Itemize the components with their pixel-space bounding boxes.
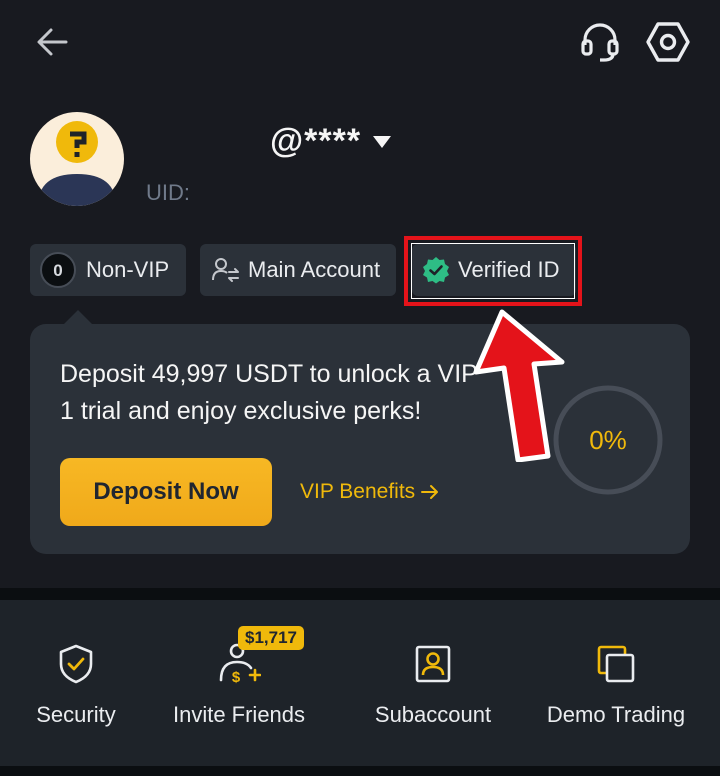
bottom-strip bbox=[0, 766, 720, 776]
quick-action-security[interactable]: Security bbox=[14, 600, 138, 766]
arrow-left-icon bbox=[37, 28, 68, 56]
avatar-mystery-icon bbox=[38, 121, 116, 206]
vip-progress-ring: 0% bbox=[550, 382, 666, 498]
quick-actions: Security $1,717 $ Invite Friends Subacco… bbox=[0, 600, 720, 766]
settings-button[interactable] bbox=[644, 18, 692, 66]
username: @**** bbox=[270, 122, 362, 160]
arrow-right-icon bbox=[421, 485, 439, 499]
account-switch-icon bbox=[212, 258, 239, 282]
invite-friends-label: Invite Friends bbox=[172, 702, 306, 727]
demo-trading-label: Demo Trading bbox=[546, 702, 686, 727]
card-pointer bbox=[64, 310, 92, 324]
progress-percent: 0% bbox=[589, 424, 627, 455]
stacked-squares-icon bbox=[597, 645, 635, 683]
main-account-label: Main Account bbox=[248, 257, 381, 282]
caret-down-icon bbox=[373, 135, 392, 148]
referral-reward-badge: $1,717 bbox=[238, 626, 304, 650]
username-dropdown[interactable]: @**** bbox=[270, 122, 392, 161]
shield-check-icon bbox=[59, 644, 93, 684]
promo-line-2: 1 trial and enjoy exclusive perks! bbox=[60, 397, 422, 425]
promo-line-1: Deposit 49,997 USDT to unlock a VIP bbox=[60, 360, 478, 388]
deposit-now-button[interactable]: Deposit Now bbox=[60, 458, 272, 526]
verified-id-tag[interactable]: Verified ID bbox=[412, 244, 576, 296]
back-button[interactable] bbox=[30, 22, 74, 62]
quick-action-subaccount[interactable]: Subaccount bbox=[362, 600, 504, 766]
section-divider bbox=[0, 588, 720, 600]
avatar[interactable] bbox=[30, 112, 124, 206]
non-vip-label: Non-VIP bbox=[86, 257, 170, 282]
non-vip-tag[interactable]: 0 Non-VIP bbox=[30, 244, 186, 296]
vip-benefits-label: VIP Benefits bbox=[300, 480, 416, 503]
vip-benefits-link[interactable]: VIP Benefits bbox=[300, 480, 439, 504]
verified-id-label: Verified ID bbox=[458, 257, 560, 282]
security-label: Security bbox=[36, 702, 116, 727]
main-account-tag[interactable]: Main Account bbox=[200, 244, 396, 296]
headset-icon bbox=[581, 23, 619, 62]
quick-action-demo-trading[interactable]: Demo Trading bbox=[538, 600, 694, 766]
hexagon-settings-icon bbox=[646, 22, 690, 62]
verified-check-icon bbox=[423, 257, 449, 284]
person-card-icon bbox=[415, 645, 451, 683]
top-bar bbox=[0, 0, 720, 84]
svg-text:0: 0 bbox=[53, 261, 62, 280]
subaccount-label: Subaccount bbox=[374, 702, 492, 727]
quick-action-invite-friends[interactable]: $1,717 $ Invite Friends bbox=[164, 600, 314, 766]
support-button[interactable] bbox=[576, 18, 624, 66]
svg-text:$: $ bbox=[232, 669, 241, 684]
vip-badge-icon: 0 bbox=[40, 252, 76, 288]
vip-promo-card: Deposit 49,997 USDT to unlock a VIP 1 tr… bbox=[30, 324, 690, 554]
uid-label: UID: bbox=[146, 180, 190, 205]
promo-text: Deposit 49,997 USDT to unlock a VIP 1 tr… bbox=[60, 356, 490, 430]
